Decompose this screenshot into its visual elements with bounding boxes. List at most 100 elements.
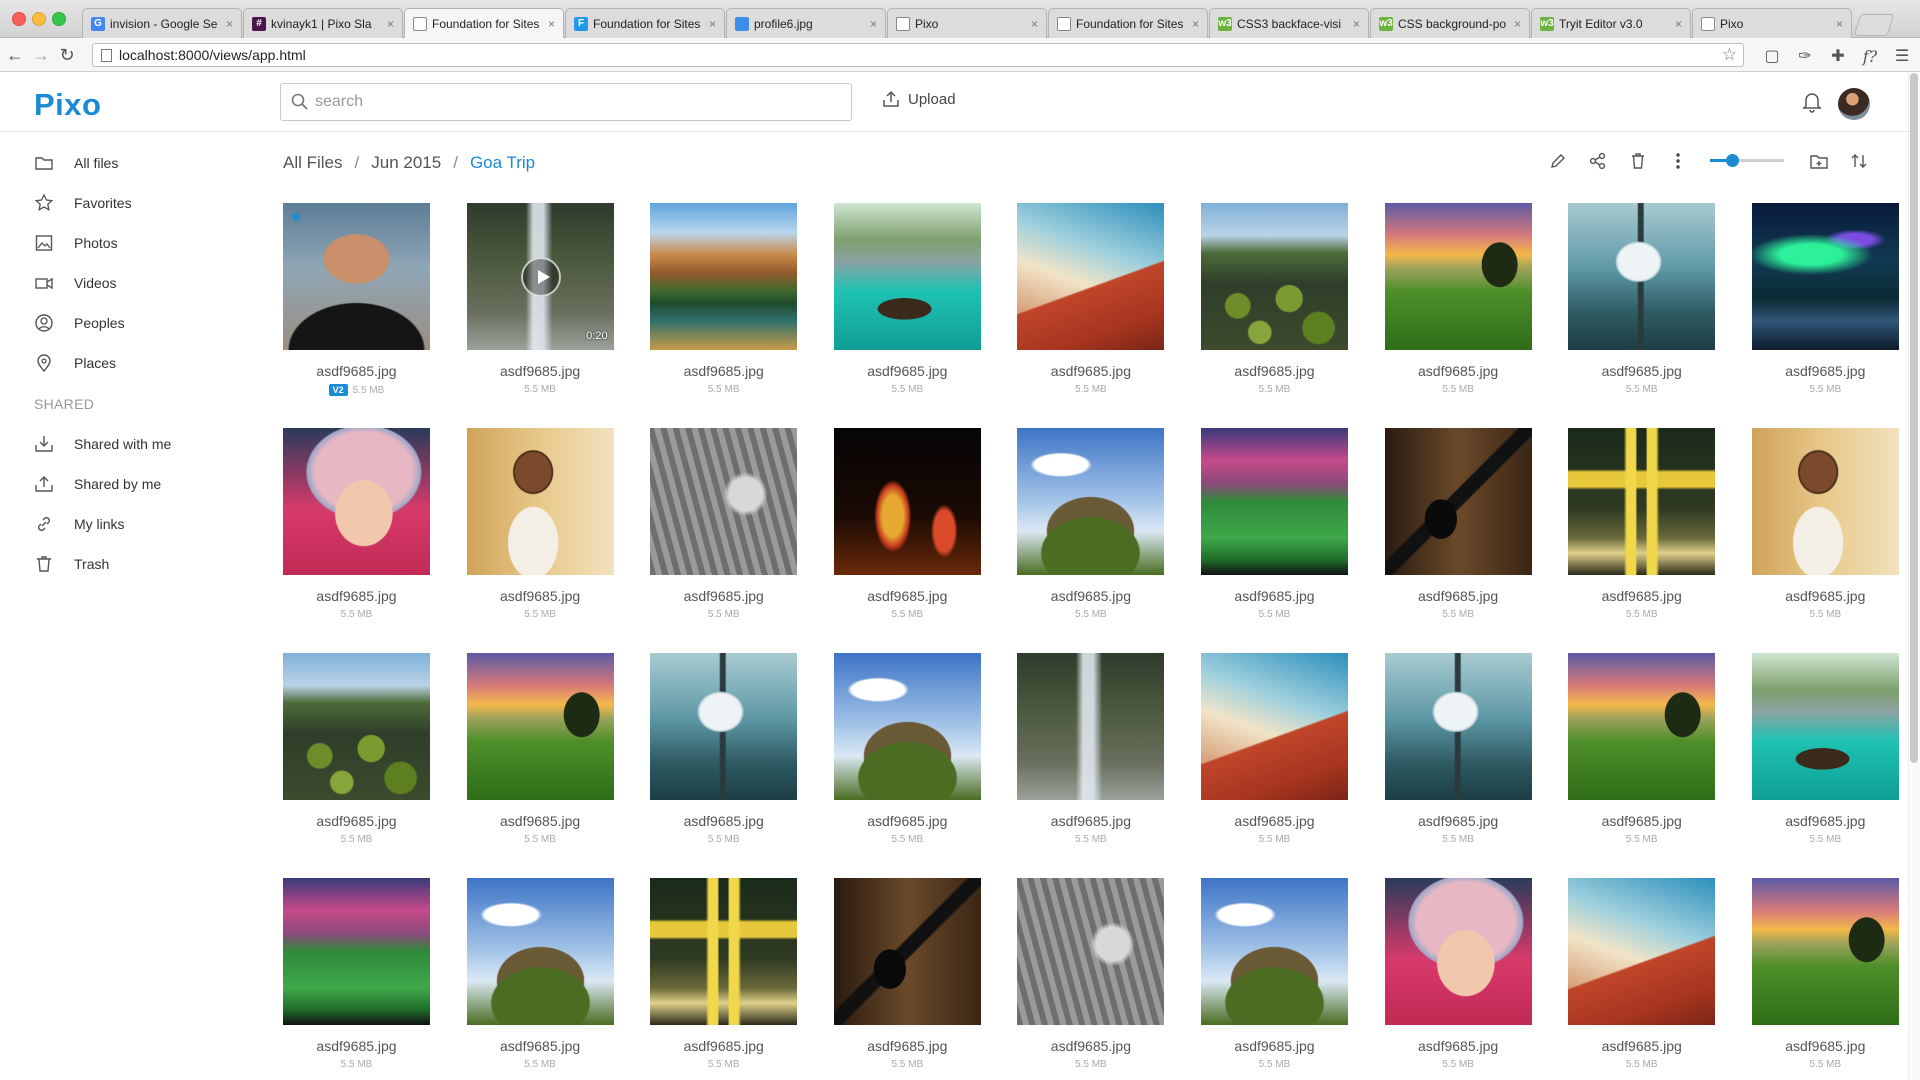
file-card[interactable]: asdf9685.jpg 5.5 MB	[1384, 203, 1532, 395]
crosshair-icon[interactable]: ✚	[1828, 46, 1848, 66]
file-thumbnail[interactable]	[1384, 203, 1532, 350]
close-window-button[interactable]	[12, 12, 26, 26]
edit-button[interactable]	[1546, 149, 1570, 173]
file-thumbnail[interactable]	[1384, 653, 1532, 800]
file-thumbnail[interactable]: 0:20	[466, 203, 614, 350]
file-card[interactable]: asdf9685.jpg 5.5 MB	[1751, 878, 1899, 1070]
file-card[interactable]: asdf9685.jpg 5.5 MB	[833, 653, 981, 845]
file-thumbnail[interactable]	[1017, 203, 1165, 350]
file-card[interactable]: asdf9685.jpg 5.5 MB	[1568, 203, 1716, 395]
file-thumbnail[interactable]	[466, 428, 614, 575]
file-thumbnail[interactable]	[1568, 653, 1716, 800]
whatfont-icon[interactable]: f?	[1860, 46, 1880, 66]
file-card[interactable]: asdf9685.jpg 5.5 MB	[1751, 653, 1899, 845]
file-card[interactable]: asdf9685.jpg 5.5 MB	[1201, 878, 1348, 1070]
file-thumbnail[interactable]	[1751, 428, 1899, 575]
breadcrumb-all-files[interactable]: All Files	[283, 153, 343, 173]
file-card[interactable]: asdf9685.jpg 5.5 MB	[466, 653, 614, 845]
menu-icon[interactable]: ☰	[1892, 46, 1912, 66]
file-card[interactable]: asdf9685.jpg 5.5 MB	[1201, 203, 1348, 395]
file-card[interactable]: asdf9685.jpg 5.5 MB	[1017, 203, 1165, 395]
zoom-slider[interactable]	[1710, 154, 1784, 167]
app-logo[interactable]: Pixo	[34, 87, 101, 123]
sidebar-item-favorites[interactable]: Favorites	[34, 183, 264, 223]
file-card[interactable]: asdf9685.jpg 5.5 MB	[650, 653, 798, 845]
file-thumbnail[interactable]	[466, 878, 614, 1025]
file-thumbnail[interactable]	[1201, 878, 1348, 1025]
file-card[interactable]: asdf9685.jpg 5.5 MB	[1017, 428, 1165, 620]
file-card[interactable]: asdf9685.jpg 5.5 MB	[833, 878, 981, 1070]
file-card[interactable]: asdf9685.jpg 5.5 MB	[1201, 653, 1348, 845]
favorite-star-icon[interactable]: ★	[289, 207, 303, 227]
file-card[interactable]: asdf9685.jpg 5.5 MB	[833, 428, 981, 620]
file-card[interactable]: asdf9685.jpg 5.5 MB	[1017, 653, 1165, 845]
file-thumbnail[interactable]: ★	[283, 203, 430, 350]
file-card[interactable]: asdf9685.jpg 5.5 MB	[1568, 653, 1716, 845]
sidebar-item-shared-with-me[interactable]: Shared with me	[34, 424, 264, 464]
file-thumbnail[interactable]	[283, 653, 430, 800]
file-card[interactable]: asdf9685.jpg 5.5 MB	[283, 653, 430, 845]
tab-close-icon[interactable]: ×	[1187, 17, 1199, 31]
file-thumbnail[interactable]	[1568, 203, 1716, 350]
file-thumbnail[interactable]	[283, 428, 430, 575]
scrollbar-track[interactable]	[1908, 73, 1920, 1080]
file-card[interactable]: asdf9685.jpg 5.5 MB	[283, 428, 430, 620]
file-card[interactable]: asdf9685.jpg 5.5 MB	[1017, 878, 1165, 1070]
tab-close-icon[interactable]: ×	[221, 17, 233, 31]
screen-capture-icon[interactable]: ▢	[1762, 46, 1782, 66]
file-card[interactable]: asdf9685.jpg 5.5 MB	[1568, 878, 1716, 1070]
file-thumbnail[interactable]	[1751, 653, 1899, 800]
sidebar-item-all-files[interactable]: All files	[34, 143, 264, 183]
new-folder-button[interactable]	[1807, 149, 1831, 173]
tab-close-icon[interactable]: ×	[382, 17, 394, 31]
bookmark-star-icon[interactable]: ☆	[1722, 45, 1737, 65]
zoom-window-button[interactable]	[52, 12, 66, 26]
browser-tab[interactable]: F Foundation for Sites ×	[565, 8, 725, 38]
sidebar-item-peoples[interactable]: Peoples	[34, 303, 264, 343]
file-card[interactable]: asdf9685.jpg 5.5 MB	[650, 878, 798, 1070]
eyedropper-icon[interactable]: ✑	[1795, 46, 1815, 66]
file-thumbnail[interactable]	[1201, 203, 1348, 350]
new-tab-button[interactable]	[1853, 14, 1895, 36]
file-thumbnail[interactable]	[1017, 428, 1165, 575]
user-avatar[interactable]	[1838, 88, 1870, 120]
browser-tab[interactable]: Pixo ×	[887, 8, 1047, 38]
play-icon[interactable]	[520, 257, 561, 297]
tab-close-icon[interactable]: ×	[704, 17, 716, 31]
file-card[interactable]: asdf9685.jpg 5.5 MB	[833, 203, 981, 395]
file-thumbnail[interactable]	[466, 653, 614, 800]
file-thumbnail[interactable]	[650, 203, 798, 350]
browser-tab[interactable]: w3 Tryit Editor v3.0 ×	[1531, 8, 1691, 38]
browser-tab[interactable]: Ginvision - Google Se ×	[82, 8, 242, 38]
tab-close-icon[interactable]: ×	[1026, 17, 1038, 31]
search-box[interactable]	[280, 83, 852, 121]
more-options-button[interactable]	[1666, 149, 1690, 173]
minimize-window-button[interactable]	[32, 12, 46, 26]
zoom-slider-handle[interactable]	[1726, 154, 1740, 167]
file-thumbnail[interactable]	[650, 878, 798, 1025]
file-thumbnail[interactable]	[833, 428, 981, 575]
file-card[interactable]: asdf9685.jpg 5.5 MB	[1384, 653, 1532, 845]
file-card[interactable]: asdf9685.jpg 5.5 MB	[1384, 428, 1532, 620]
share-button[interactable]	[1586, 149, 1610, 173]
browser-tab[interactable]: Foundation for Sites ×	[404, 8, 564, 38]
address-bar[interactable]: localhost:8000/views/app.html ☆	[92, 43, 1744, 67]
file-card[interactable]: 0:20 asdf9685.jpg 5.5 MB	[466, 203, 614, 395]
tab-close-icon[interactable]: ×	[543, 17, 555, 31]
browser-tab[interactable]: Pixo ×	[1692, 8, 1852, 38]
file-thumbnail[interactable]	[1384, 878, 1532, 1025]
file-thumbnail[interactable]	[833, 878, 981, 1025]
file-card[interactable]: asdf9685.jpg 5.5 MB	[1568, 428, 1716, 620]
tab-close-icon[interactable]: ×	[1348, 17, 1360, 31]
file-thumbnail[interactable]	[1201, 428, 1348, 575]
tab-close-icon[interactable]: ×	[1831, 17, 1843, 31]
search-input[interactable]	[315, 85, 851, 119]
browser-tab[interactable]: profile6.jpg ×	[726, 8, 886, 38]
file-thumbnail[interactable]	[650, 653, 798, 800]
sort-button[interactable]	[1847, 149, 1871, 173]
file-thumbnail[interactable]	[283, 878, 430, 1025]
browser-tab[interactable]: # kvinayk1 | Pixo Sla ×	[243, 8, 403, 38]
notification-bell-icon[interactable]	[1802, 91, 1822, 113]
sidebar-item-photos[interactable]: Photos	[34, 223, 264, 263]
file-card[interactable]: asdf9685.jpg 5.5 MB	[1751, 203, 1899, 395]
